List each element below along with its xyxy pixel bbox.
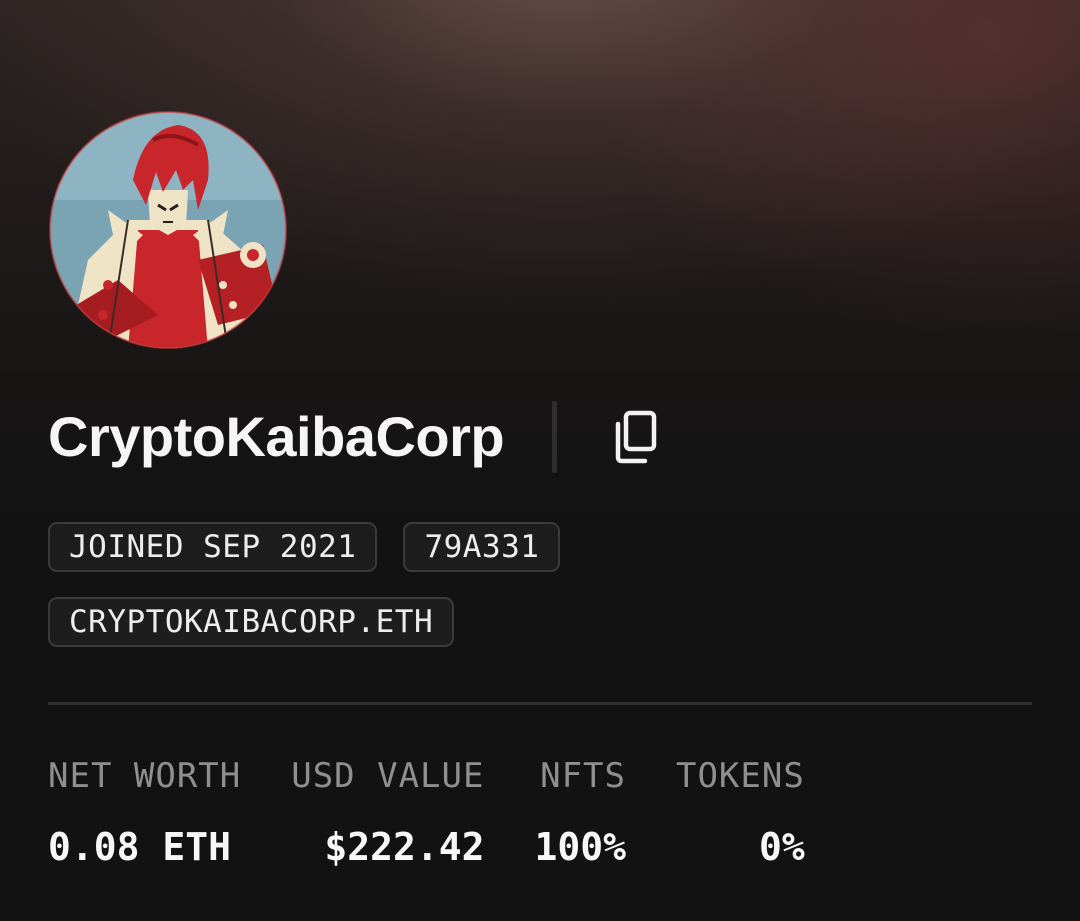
joined-date-badge: JOINED SEP 2021 (48, 522, 378, 572)
wallet-address-badge[interactable]: 79A331 (403, 522, 561, 572)
stat-usd-value: USD VALUE $222.42 (291, 752, 484, 872)
stat-net-worth: NET WORTH 0.08 ETH (48, 752, 241, 872)
copy-button[interactable] (611, 410, 659, 464)
anime-character-avatar (49, 111, 287, 349)
stat-label: USD VALUE (291, 756, 485, 796)
stat-value: $222.42 (324, 825, 485, 869)
ens-name-badge[interactable]: CRYPTOKAIBACORP.ETH (48, 597, 455, 647)
stat-label: NET WORTH (48, 756, 242, 796)
stat-label: TOKENS (675, 756, 805, 796)
stat-value: 0.08 ETH (48, 825, 232, 869)
profile-badges: JOINED SEP 2021 79A331 CRYPTOKAIBACORP.E… (48, 522, 748, 672)
profile-page: CryptoKaibaCorp JOINED SEP 2021 79A331 C… (0, 0, 1080, 921)
stat-value: 100% (534, 825, 626, 869)
profile-avatar[interactable] (48, 110, 288, 350)
username: CryptoKaibaCorp (48, 405, 505, 468)
section-divider (48, 702, 1032, 705)
vertical-divider (552, 401, 558, 473)
stat-tokens: TOKENS 0% (676, 752, 805, 872)
stat-label: NFTS (540, 756, 626, 796)
profile-header: CryptoKaibaCorp (48, 400, 659, 474)
stat-nfts: NFTS 100% (534, 752, 626, 872)
portfolio-stats: NET WORTH 0.08 ETH USD VALUE $222.42 NFT… (48, 752, 805, 872)
copy-icon (615, 410, 657, 464)
stat-value: 0% (759, 825, 805, 869)
